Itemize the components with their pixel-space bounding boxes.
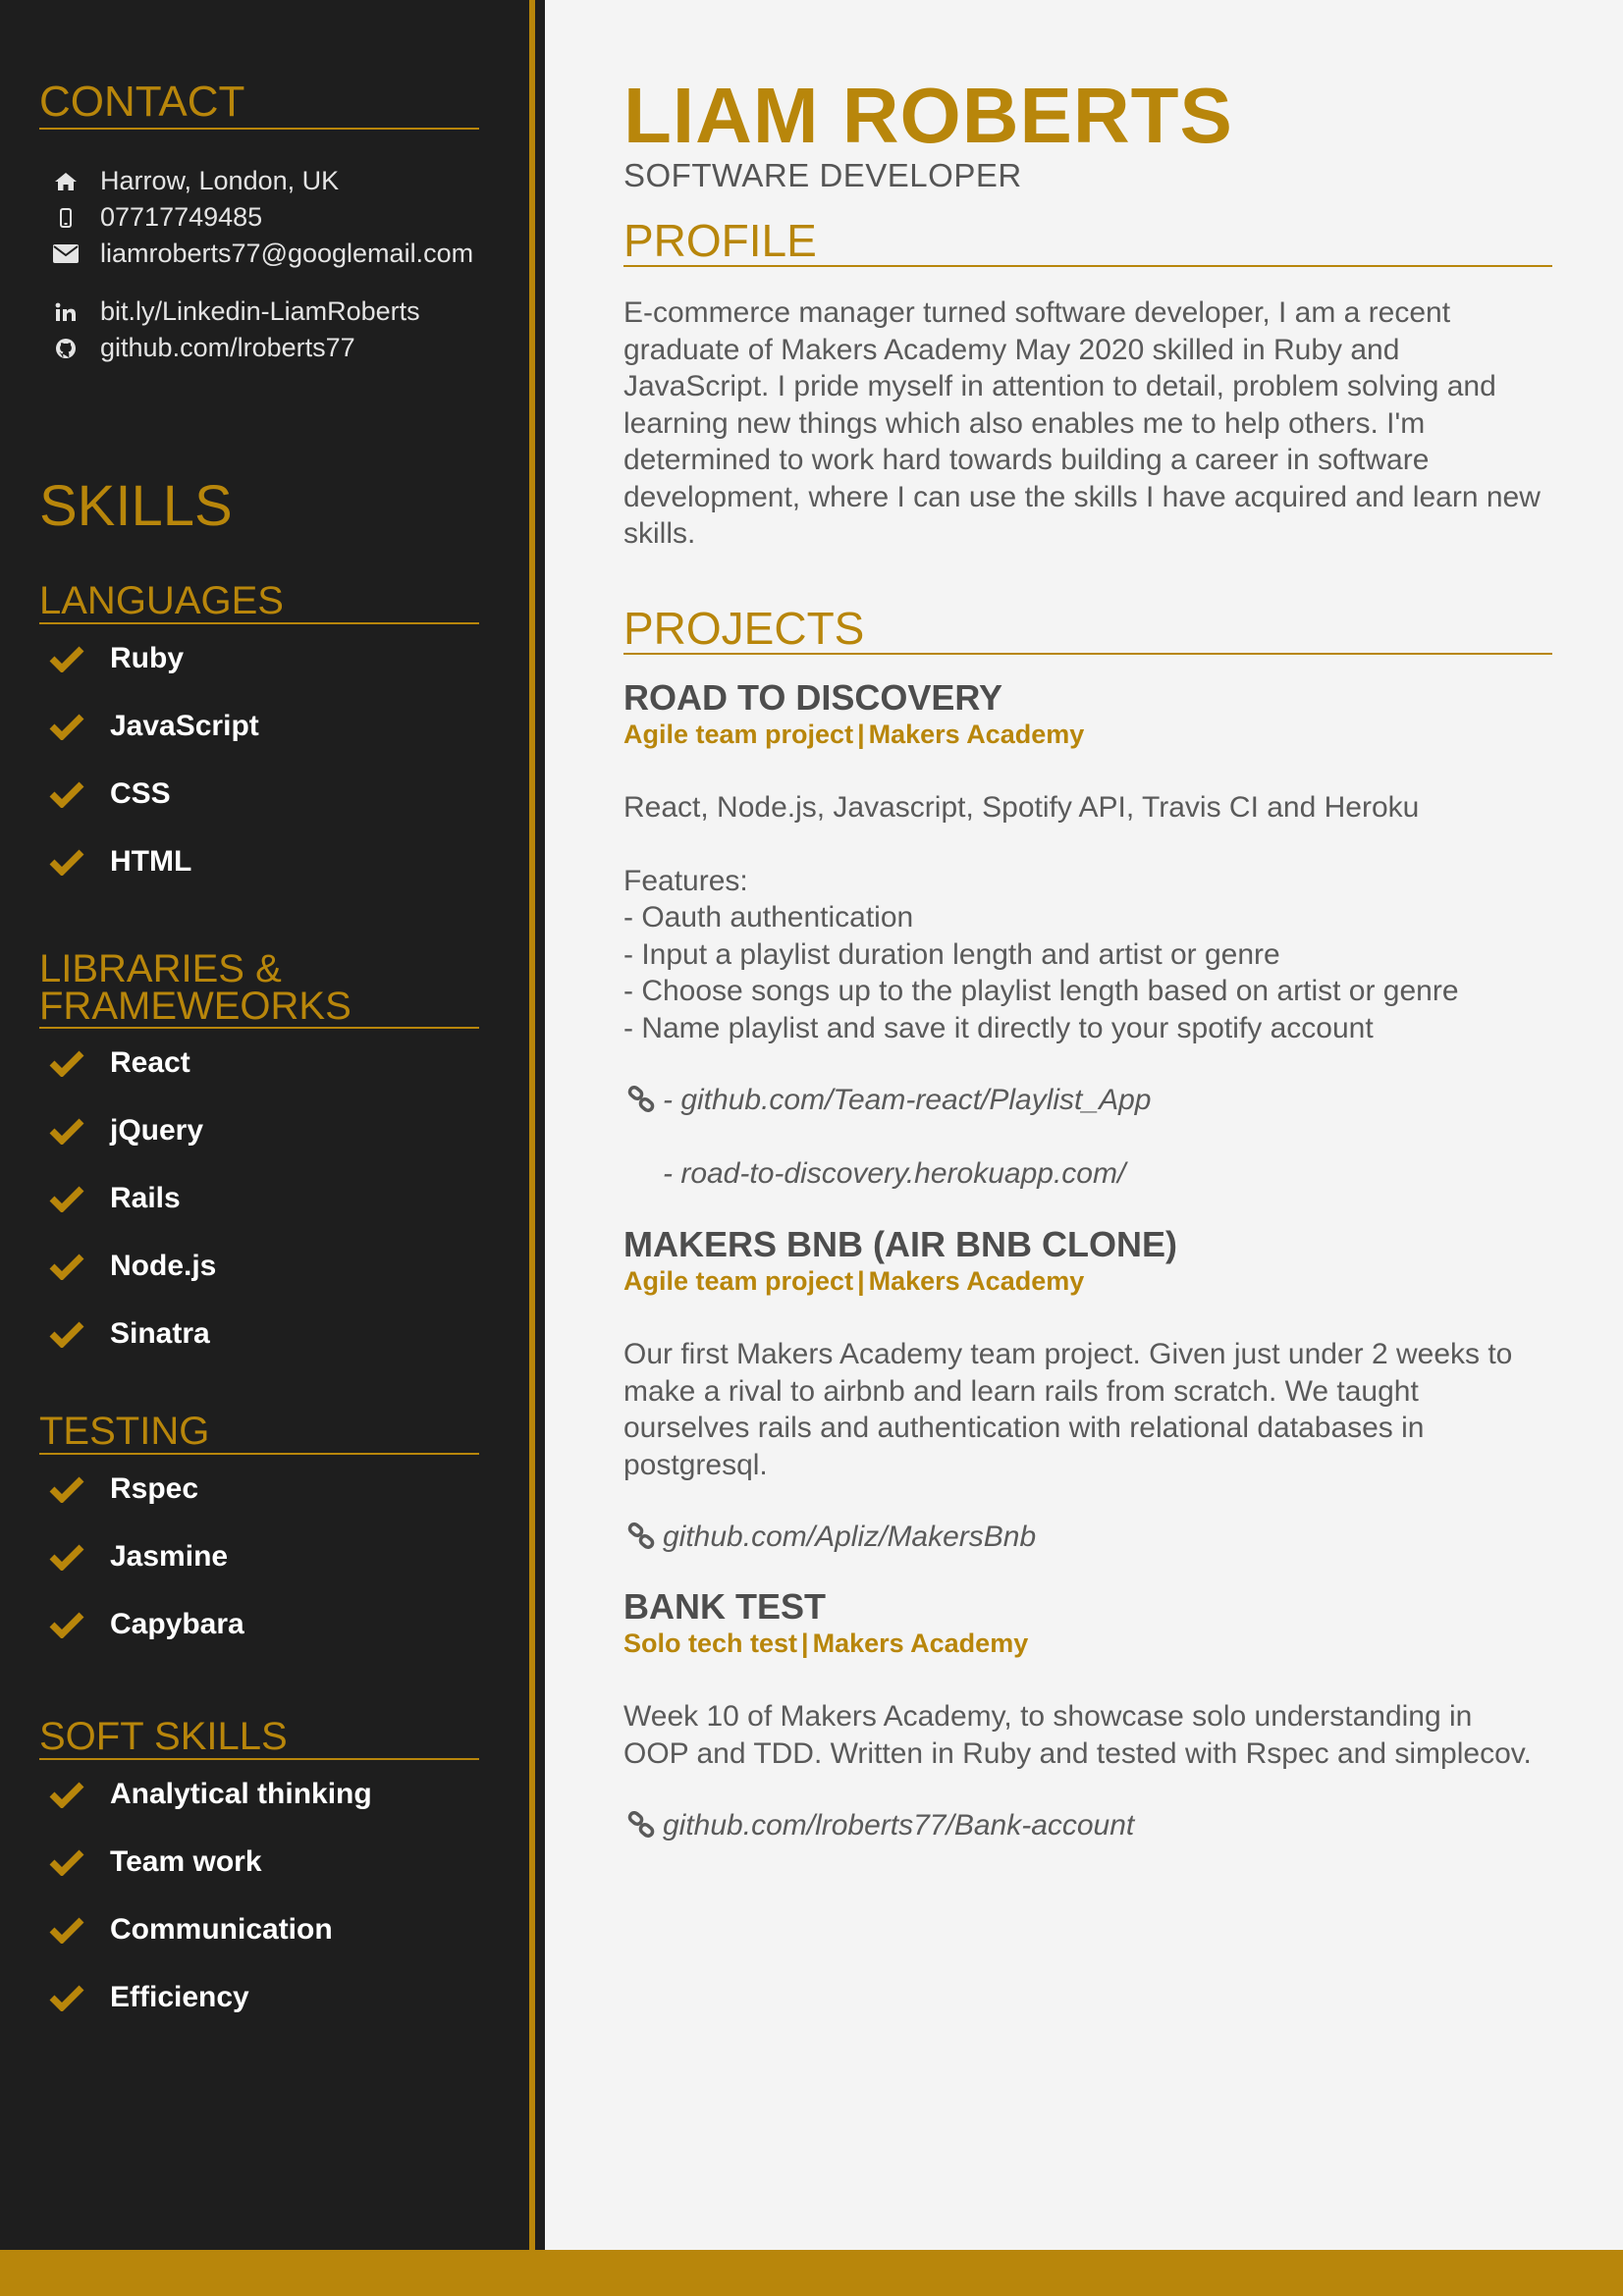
check-icon — [49, 1611, 88, 1638]
soft-skills-heading: SOFT SKILLS — [39, 1717, 479, 1760]
testing-section: TESTING Rspec Jasmine Capybara — [39, 1412, 479, 1658]
check-icon — [49, 1543, 88, 1571]
check-icon — [49, 713, 88, 740]
check-icon — [49, 1916, 88, 1944]
project-subtitle: Agile team project | Makers Academy — [623, 1266, 1085, 1297]
skill-item: Capybara — [39, 1590, 479, 1658]
project-link-github[interactable]: github.com/Apliz/MakersBnb — [623, 1519, 1552, 1556]
skill-item: Ruby — [39, 624, 479, 692]
languages-section: LANGUAGES Ruby JavaScript CSS HTML — [39, 581, 479, 895]
languages-heading: LANGUAGES — [39, 581, 479, 624]
footer-band — [0, 2250, 1623, 2296]
skill-item: jQuery — [39, 1096, 479, 1164]
project-title: BANK TEST — [623, 1586, 826, 1627]
sidebar: CONTACT Harrow, London, UK 07717749485 l… — [0, 0, 529, 2250]
contact-address-text: Harrow, London, UK — [100, 166, 340, 195]
skill-item: Sinatra — [39, 1300, 479, 1367]
check-icon — [49, 1984, 88, 2011]
link-icon — [627, 1522, 663, 1552]
project-title: MAKERS BNB (AIR BNB CLONE) — [623, 1224, 1177, 1264]
project-makers-bnb: MAKERS BNB (AIR BNB CLONE) Agile team pr… — [623, 1224, 1552, 1556]
features-label: Features: — [623, 864, 748, 897]
project-subtitle: Agile team project | Makers Academy — [623, 720, 1085, 750]
contact-linkedin[interactable]: bit.ly/Linkedin-LiamRoberts — [51, 294, 483, 330]
check-icon — [49, 1475, 88, 1503]
link-icon — [627, 1086, 663, 1115]
project-description-line: Our first Makers Academy team project. G… — [623, 1338, 1513, 1371]
contact-github-text: github.com/lroberts77 — [100, 333, 355, 362]
check-icon — [49, 645, 88, 672]
libraries-section: LIBRARIES & FRAMEWEORKS React jQuery Rai… — [39, 949, 479, 1367]
skill-item: Efficiency — [39, 1963, 479, 2031]
skill-item: CSS — [39, 760, 479, 828]
skill-item: React — [39, 1029, 479, 1096]
feature-item: - Input a playlist duration length and a… — [623, 937, 1280, 971]
candidate-name: LIAM ROBERTS — [623, 72, 1233, 159]
project-description-line: Week 10 of Makers Academy, to showcase s… — [623, 1700, 1473, 1734]
projects-heading: PROJECTS — [623, 606, 1552, 655]
feature-item: - Name playlist and save it directly to … — [623, 1011, 1374, 1044]
envelope-icon — [51, 244, 81, 263]
check-icon — [49, 1253, 88, 1280]
feature-item: - Oauth authentication — [623, 901, 914, 934]
check-icon — [49, 848, 88, 876]
contact-email-text: liamroberts77@googlemail.com — [100, 239, 474, 268]
github-icon — [51, 338, 81, 359]
project-link-github[interactable]: - github.com/Team-react/Playlist_App — [623, 1082, 1552, 1119]
contact-address: Harrow, London, UK — [51, 163, 483, 199]
contact-phone-text: 07717749485 — [100, 202, 263, 232]
skill-item: JavaScript — [39, 692, 479, 760]
skill-item: Rails — [39, 1164, 479, 1232]
skill-item: Communication — [39, 1896, 479, 1963]
link-icon — [627, 1811, 663, 1841]
check-icon — [49, 1320, 88, 1348]
contact-email[interactable]: liamroberts77@googlemail.com — [51, 236, 483, 272]
project-description-line: OOP and TDD. Written in Ruby and tested … — [623, 1736, 1532, 1770]
skill-item: Node.js — [39, 1232, 479, 1300]
check-icon — [49, 1185, 88, 1212]
skill-item: Jasmine — [39, 1522, 479, 1590]
skills-heading: SKILLS — [39, 474, 233, 538]
profile-heading: PROFILE — [623, 218, 1552, 267]
project-description-line: postgresql. — [623, 1448, 768, 1481]
skill-item: HTML — [39, 828, 479, 895]
contact-phone[interactable]: 07717749485 — [51, 199, 483, 236]
skill-item: Analytical thinking — [39, 1760, 479, 1828]
contact-heading: CONTACT — [39, 80, 479, 130]
feature-item: - Choose songs up to the playlist length… — [623, 975, 1459, 1008]
check-icon — [49, 1049, 88, 1077]
sidebar-dark-divider — [535, 0, 545, 2250]
contact-linkedin-text: bit.ly/Linkedin-LiamRoberts — [100, 296, 420, 326]
contact-github[interactable]: github.com/lroberts77 — [51, 330, 483, 366]
project-bank-test: BANK TEST Solo tech test | Makers Academy … — [623, 1586, 1552, 1844]
project-link-heroku[interactable]: - road-to-discovery.herokuapp.com/ — [623, 1155, 1552, 1193]
testing-heading: TESTING — [39, 1412, 479, 1455]
home-icon — [51, 172, 81, 191]
project-description-line: ourselves rails and authentication with … — [623, 1412, 1425, 1445]
check-icon — [49, 1117, 88, 1145]
skill-item: Team work — [39, 1828, 479, 1896]
profile-text: E-commerce manager turned software devel… — [623, 296, 1541, 550]
job-title: SOFTWARE DEVELOPER — [623, 157, 1022, 193]
project-stack: React, Node.js, Javascript, Spotify API,… — [623, 791, 1420, 825]
project-title: ROAD TO DISCOVERY — [623, 677, 1003, 718]
project-road-to-discovery: ROAD TO DISCOVERY Agile team project | Mak… — [623, 677, 1552, 1193]
project-subtitle: Solo tech test | Makers Academy — [623, 1629, 1029, 1659]
libraries-heading: LIBRARIES & FRAMEWEORKS — [39, 949, 479, 1029]
contact-list: Harrow, London, UK 07717749485 liamrober… — [51, 163, 483, 366]
linkedin-icon — [51, 302, 81, 322]
skill-item: Rspec — [39, 1455, 479, 1522]
project-description-line: make a rival to airbnb and learn rails f… — [623, 1374, 1419, 1408]
check-icon — [49, 780, 88, 808]
project-link-github[interactable]: github.com/lroberts77/Bank-account — [623, 1807, 1552, 1844]
soft-skills-section: SOFT SKILLS Analytical thinking Team wor… — [39, 1717, 479, 2031]
check-icon — [49, 1848, 88, 1876]
mobile-icon — [51, 207, 81, 228]
check-icon — [49, 1781, 88, 1808]
